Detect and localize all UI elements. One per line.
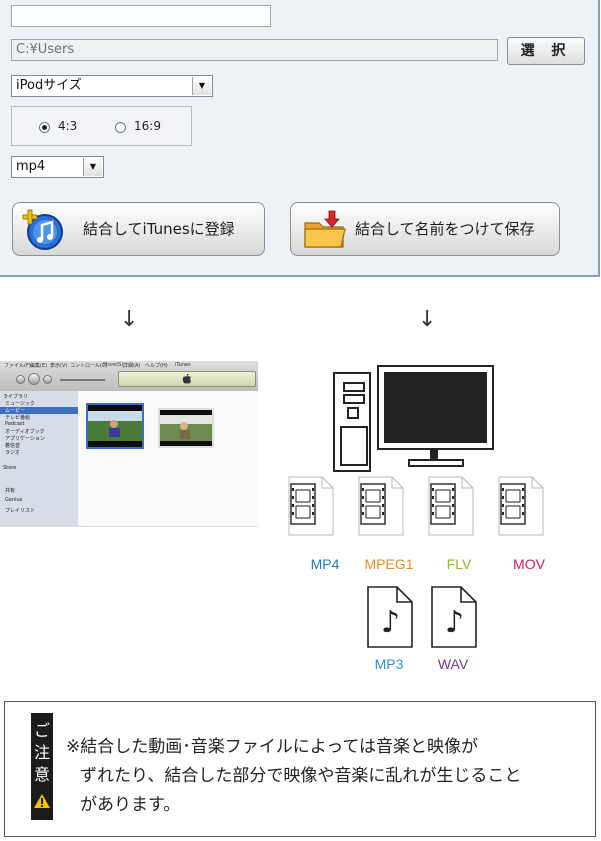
format-label-flv: FLV — [446, 556, 472, 572]
power-button — [347, 407, 359, 419]
movie-thumbnail[interactable] — [158, 408, 214, 448]
sidebar-item-music[interactable]: ミュージック — [5, 400, 35, 407]
caution-tag-char: ご — [34, 721, 51, 740]
warning-icon — [34, 794, 50, 808]
next-icon[interactable] — [43, 375, 52, 384]
format-label-wav: WAV — [437, 656, 469, 672]
save-as-button[interactable]: 結合して名前をつけて保存 — [290, 202, 560, 256]
movie-thumbnail[interactable] — [86, 403, 144, 449]
audio-file-icon: ♪ — [431, 586, 477, 648]
sidebar-item-audiobooks[interactable]: オーディオブック — [5, 428, 45, 435]
drive-bay — [343, 394, 365, 404]
sidebar-item-tv[interactable]: テレビ番組 — [5, 414, 30, 421]
caution-tag-char: 注 — [34, 743, 51, 762]
movie-thumbnail-image — [88, 405, 142, 447]
menu-advanced[interactable]: 詳細(A) — [123, 362, 140, 369]
apple-logo-icon — [182, 374, 191, 384]
video-file-icon — [358, 476, 404, 536]
drive-bay — [343, 382, 365, 392]
radio-16-9[interactable] — [115, 122, 126, 133]
monitor-neck — [430, 450, 438, 459]
video-file-icon — [428, 476, 474, 536]
radio-4-3[interactable] — [39, 122, 50, 133]
monitor-screen — [384, 372, 487, 443]
sidebar-group-shared[interactable]: 共有 — [5, 487, 15, 494]
play-icon[interactable] — [28, 373, 40, 385]
save-as-label: 結合して名前をつけて保存 — [355, 220, 535, 238]
itunes-toolbar: ファイル(F) 編集(E) 表示(V) コントロール(C) Store(S) 詳… — [0, 361, 258, 391]
monitor-stand — [408, 459, 464, 467]
format-label-mov: MOV — [513, 556, 545, 572]
svg-text:♪: ♪ — [445, 605, 464, 640]
menu-control[interactable]: コントロール(C) — [70, 362, 107, 369]
settings-panel: C:¥Users 選 択 iPodサイズ ▼ 4:3 16:9 mp4 ▼ 結合… — [0, 0, 600, 277]
menu-file[interactable]: ファイル(F) — [4, 362, 31, 369]
format-label-mp4: MP4 — [310, 556, 340, 572]
format-select-value: mp4 — [16, 159, 46, 174]
radio-16-9-label: 16:9 — [134, 119, 161, 133]
monitor-icon — [377, 365, 494, 450]
format-label-mpeg1: MPEG1 — [364, 556, 414, 572]
caution-tag: ご 注 意 — [31, 713, 53, 820]
sidebar-item-podcast[interactable]: Podcast — [5, 421, 24, 427]
sidebar-group-playlists[interactable]: プレイリスト — [5, 507, 35, 514]
select-button[interactable]: 選 択 — [507, 37, 585, 65]
down-arrow-icon: ↓ — [120, 307, 139, 332]
menu-edit[interactable]: 編集(E) — [30, 362, 47, 369]
itunes-sidebar: ライブラリ ミュージック ムービー テレビ番組 Podcast オーディオブック… — [0, 391, 78, 526]
sidebar-item-radio[interactable]: ラジオ — [5, 449, 20, 456]
itunes-icon — [22, 209, 63, 250]
folder-save-icon — [304, 210, 346, 248]
video-file-icon — [498, 476, 544, 536]
menu-view[interactable]: 表示(V) — [50, 362, 67, 369]
sidebar-item-movies[interactable]: ムービー — [5, 407, 25, 414]
menu-store[interactable]: Store(S) — [103, 362, 123, 368]
menu-help[interactable]: ヘルプ(H) — [145, 362, 168, 369]
itunes-display — [118, 371, 256, 387]
video-file-icon — [288, 476, 334, 536]
notice-line: ずれたり、結合した部分で映像や音楽に乱れが生じること — [80, 766, 522, 786]
size-select[interactable]: iPodサイズ ▼ — [11, 75, 213, 97]
aspect-group: 4:3 16:9 — [11, 106, 192, 146]
sidebar-item-apps[interactable]: アプリケーション — [5, 435, 45, 442]
movie-thumbnail-image — [160, 410, 212, 446]
register-itunes-label: 結合してiTunesに登録 — [83, 220, 235, 238]
library-heading: ライブラリ — [3, 394, 29, 400]
audio-file-icon: ♪ — [367, 586, 413, 648]
volume-slider[interactable] — [60, 379, 105, 381]
itunes-window: ファイル(F) 編集(E) 表示(V) コントロール(C) Store(S) 詳… — [0, 361, 258, 527]
size-select-value: iPodサイズ — [16, 78, 82, 93]
tower-panel — [340, 426, 368, 466]
previous-icon[interactable] — [16, 375, 25, 384]
chevron-down-icon[interactable]: ▼ — [192, 77, 211, 95]
store-heading: Store — [3, 465, 17, 471]
computer-tower-icon — [333, 372, 371, 472]
format-label-mp3: MP3 — [374, 656, 404, 672]
format-select[interactable]: mp4 ▼ — [11, 156, 104, 178]
itunes-title: iTunes — [175, 362, 191, 368]
notice-line: ※結合した動画･音楽ファイルによっては音楽と映像が — [66, 737, 479, 757]
svg-text:♪: ♪ — [381, 605, 400, 640]
sidebar-item-ringtones[interactable]: 着信音 — [5, 442, 20, 449]
output-path-field[interactable]: C:¥Users — [11, 39, 498, 61]
chevron-down-icon[interactable]: ▼ — [83, 158, 102, 176]
notice-line: があります。 — [80, 795, 181, 815]
radio-4-3-label: 4:3 — [58, 119, 78, 133]
down-arrow-icon: ↓ — [418, 307, 437, 332]
sidebar-group-genius[interactable]: Genius — [5, 497, 22, 503]
name-input[interactable] — [11, 5, 271, 27]
caution-tag-char: 意 — [34, 765, 51, 784]
register-itunes-button[interactable]: 結合してiTunesに登録 — [12, 202, 265, 256]
